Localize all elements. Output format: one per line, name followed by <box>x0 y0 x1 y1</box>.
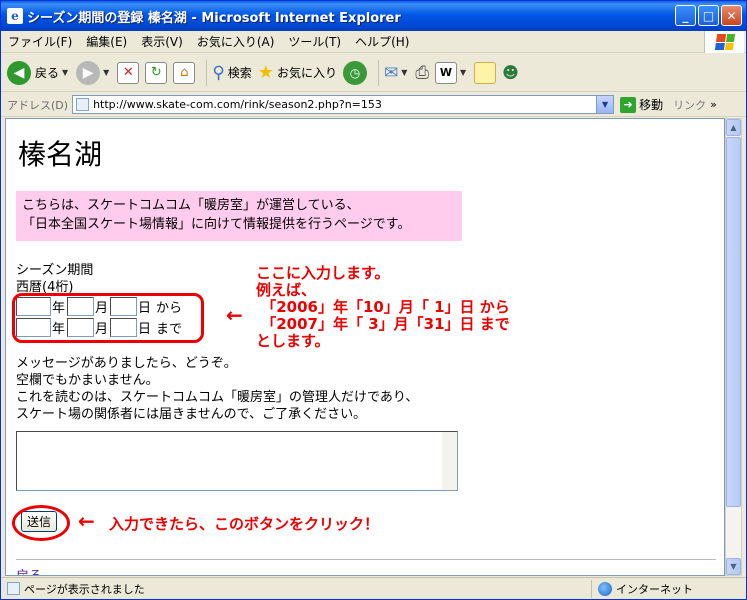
title-bar: e シーズン期間の登録 榛名湖 - Microsoft Internet Exp… <box>1 1 746 31</box>
word-edit-icon: W <box>434 61 457 84</box>
back-link[interactable]: 戻る <box>16 565 42 575</box>
vertical-scrollbar[interactable]: ▲ ▼ <box>725 118 742 576</box>
go-button[interactable]: ➜ 移動 <box>620 96 663 113</box>
annotation-arrow: ← <box>78 509 95 533</box>
menu-help[interactable]: ヘルプ(H) <box>348 33 416 50</box>
message-textarea[interactable] <box>16 431 458 491</box>
close-button[interactable]: ✕ <box>721 5 742 26</box>
page-content: 榛名湖 こちらは、スケートコムコム「暖房室」が運営している、 「日本全国スケート… <box>5 118 725 576</box>
menu-view[interactable]: 表示(V) <box>134 33 190 50</box>
edit-dropdown-icon[interactable]: ▼ <box>460 68 466 77</box>
ie-window: e シーズン期間の登録 榛名湖 - Microsoft Internet Exp… <box>0 0 747 600</box>
maximize-button[interactable]: □ <box>698 5 719 26</box>
mail-dropdown-icon[interactable]: ▼ <box>401 68 407 77</box>
edit-button[interactable]: W ▼ <box>434 61 468 84</box>
address-dropdown-icon[interactable]: ▼ <box>596 96 614 113</box>
go-arrow-icon: ➜ <box>620 96 637 113</box>
menu-file[interactable]: ファイル(F) <box>1 33 79 50</box>
status-text: ページが表示されました <box>24 582 145 596</box>
message-line: これを読むのは、スケートコムコム「暖房室」の管理人だけであり、 <box>16 390 419 405</box>
submit-highlight-circle <box>12 505 70 541</box>
favorites-label: お気に入り <box>276 66 337 80</box>
back-dropdown-icon[interactable]: ▼ <box>62 68 68 77</box>
chevron-right-icon[interactable]: » <box>710 98 717 111</box>
notice-box: こちらは、スケートコムコム「暖房室」が運営している、 「日本全国スケート場情報」… <box>16 191 462 241</box>
menu-edit[interactable]: 編集(E) <box>79 33 134 50</box>
annotation-click-text: 入力できたら、このボタンをクリック！ <box>109 515 380 533</box>
print-icon[interactable]: ⎙ <box>415 63 429 83</box>
menu-favorites[interactable]: お気に入り(A) <box>190 33 282 50</box>
toolbar: ◀ 戻る ▼ ▶ ▼ ✕ ↻ ⌂ ⚲ 検索 ★ お気に入り ◷ ✉ ▼ ⎙ W … <box>1 54 746 92</box>
back-arrow-icon: ◀ <box>7 60 31 85</box>
address-bar: アドレス(D) http://www.skate-com.com/rink/se… <box>1 93 746 117</box>
search-button[interactable]: ⚲ 検索 <box>212 63 251 83</box>
forward-arrow-icon: ▶ <box>76 60 101 85</box>
zone-text: インターネット <box>616 582 693 596</box>
home-icon[interactable]: ⌂ <box>173 61 196 84</box>
search-icon: ⚲ <box>212 62 225 83</box>
date-highlight-frame <box>12 293 204 343</box>
go-label: 移動 <box>639 98 664 112</box>
history-icon[interactable]: ◷ <box>342 60 367 85</box>
status-bar: ページが表示されました インターネット <box>1 577 746 599</box>
forward-button[interactable]: ▶ ▼ <box>76 60 111 85</box>
refresh-icon[interactable]: ↻ <box>145 61 168 84</box>
scroll-thumb[interactable] <box>726 137 741 507</box>
annotation-arrow: ← <box>226 303 243 327</box>
mail-button[interactable]: ✉ ▼ <box>384 63 409 83</box>
notice-line: 「日本全国スケート場情報」に向けて情報提供を行うページです。 <box>22 217 411 232</box>
scroll-down-icon[interactable]: ▼ <box>726 558 741 575</box>
window-title: シーズン期間の登録 榛名湖 - Microsoft Internet Explo… <box>27 10 401 26</box>
address-url: http://www.skate-com.com/rink/season2.ph… <box>93 98 382 111</box>
windows-logo-icon <box>704 31 744 53</box>
scroll-up-icon[interactable]: ▲ <box>726 119 741 136</box>
address-input[interactable]: http://www.skate-com.com/rink/season2.ph… <box>72 95 615 114</box>
back-label: 戻る <box>35 66 60 80</box>
favorites-button[interactable]: ★ お気に入り <box>258 62 337 83</box>
star-icon: ★ <box>257 62 274 83</box>
page-icon <box>7 582 20 595</box>
mail-icon: ✉ <box>383 62 399 83</box>
menu-bar: ファイル(F) 編集(E) 表示(V) お気に入り(A) ツール(T) ヘルプ(… <box>1 31 746 53</box>
divider <box>16 559 716 560</box>
message-line: メッセージがありましたら、どうぞ。 <box>16 356 237 371</box>
search-label: 検索 <box>227 66 252 80</box>
links-label[interactable]: リンク <box>673 97 706 113</box>
textarea-scrollbar[interactable] <box>442 432 457 490</box>
annotation-text: ここに入力します。 例えば、 「2006」年「10」月「 1」日 から 「200… <box>256 264 510 350</box>
message-line: スケート場の関係者には届きませんので、ご了承ください。 <box>16 407 367 422</box>
address-label: アドレス(D) <box>7 98 69 112</box>
globe-icon <box>598 581 612 596</box>
menu-tools[interactable]: ツール(T) <box>281 33 348 50</box>
forward-dropdown-icon[interactable]: ▼ <box>103 68 109 77</box>
ie-icon: e <box>7 8 23 24</box>
note-icon[interactable] <box>474 61 497 84</box>
messenger-icon[interactable]: ☻ <box>502 63 519 82</box>
notice-line: こちらは、スケートコムコム「暖房室」が運営している、 <box>22 198 360 213</box>
page-title: 榛名湖 <box>18 138 103 171</box>
message-line: 空欄でもかまいません。 <box>16 373 159 388</box>
back-button[interactable]: ◀ 戻る ▼ <box>7 60 70 85</box>
stop-icon[interactable]: ✕ <box>117 61 140 84</box>
minimize-button[interactable]: _ <box>675 5 696 26</box>
page-icon <box>76 98 90 111</box>
message-instructions: メッセージがありましたら、どうぞ。 空欄でもかまいません。 これを読むのは、スケ… <box>16 355 418 423</box>
